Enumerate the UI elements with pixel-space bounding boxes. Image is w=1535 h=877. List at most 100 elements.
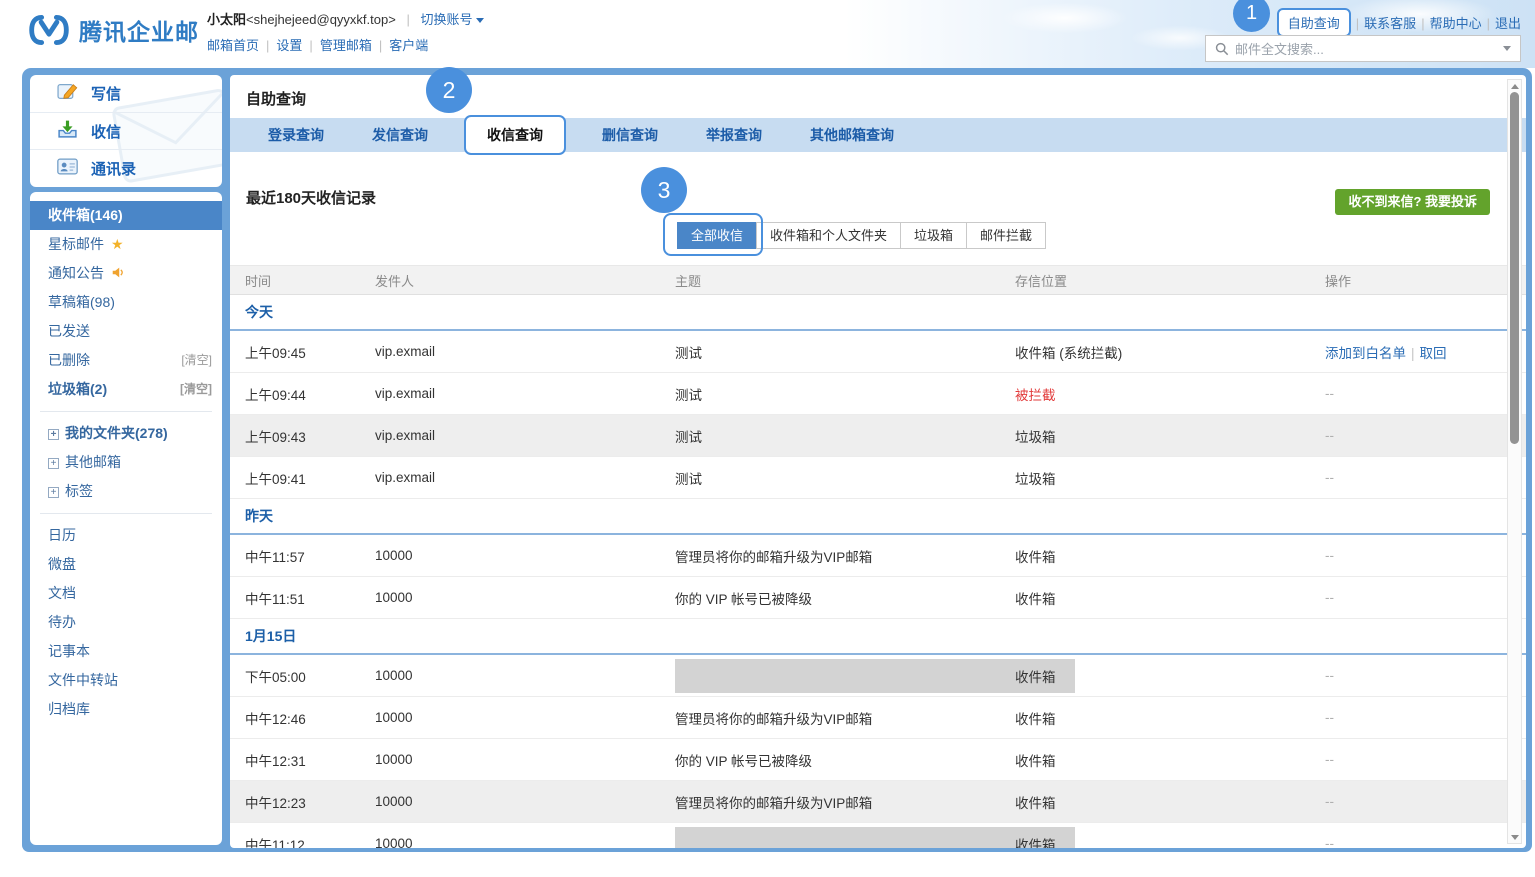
cell-subject: 测试 bbox=[675, 468, 1015, 488]
no-action-label: -- bbox=[1325, 428, 1334, 443]
cell-sender: 10000 bbox=[375, 836, 675, 848]
folder-label: 文档 bbox=[48, 585, 76, 601]
clear-folder-link[interactable]: [清空] bbox=[180, 375, 212, 404]
search-dropdown-icon[interactable] bbox=[1503, 46, 1511, 51]
cell-actions: -- bbox=[1325, 794, 1496, 809]
folder-label: 垃圾箱(2) bbox=[48, 381, 107, 397]
top-link-3[interactable]: 帮助中心 bbox=[1430, 16, 1482, 31]
cell-location: 收件箱 bbox=[1015, 588, 1325, 608]
expand-toggle-icon[interactable]: + bbox=[48, 458, 59, 469]
sidebar-item-6[interactable]: 已删除[清空] bbox=[30, 346, 222, 375]
mail-record-table: 时间发件人主题存信位置操作今天上午09:45vip.exmail测试收件箱 (系… bbox=[230, 265, 1526, 848]
action-link[interactable]: 取回 bbox=[1420, 346, 1447, 361]
tab-1[interactable]: 登录查询 bbox=[244, 125, 348, 145]
filter-button-4[interactable]: 邮件拦截 bbox=[966, 222, 1046, 249]
search-input[interactable]: 邮件全文搜索... bbox=[1235, 39, 1324, 58]
sidebar-item-9[interactable]: +我的文件夹(278) bbox=[30, 419, 222, 448]
sidebar-item-14[interactable]: 微盘 bbox=[30, 550, 222, 579]
cell-subject: 你的 VIP 帐号已被降级 bbox=[675, 588, 1015, 608]
filter-group: 全部收信收件箱和个人文件夹垃圾箱邮件拦截 bbox=[678, 222, 1046, 249]
cell-time: 中午11:51 bbox=[245, 588, 375, 608]
folder-label: 待办 bbox=[48, 614, 76, 630]
sidebar-item-17[interactable]: 记事本 bbox=[30, 637, 222, 666]
tab-3[interactable]: 收信查询 bbox=[464, 115, 566, 155]
compose-item-1[interactable]: 写信 bbox=[30, 75, 222, 112]
no-action-label: -- bbox=[1325, 548, 1334, 563]
sidebar-item-16[interactable]: 待办 bbox=[30, 608, 222, 637]
scrollbar-thumb[interactable] bbox=[1510, 92, 1519, 444]
compose-item-3[interactable]: 通讯录 bbox=[30, 149, 222, 186]
top-link-4[interactable]: 退出 bbox=[1495, 16, 1521, 31]
sidebar-item-15[interactable]: 文档 bbox=[30, 579, 222, 608]
tab-5[interactable]: 举报查询 bbox=[682, 125, 786, 145]
filter-button-3[interactable]: 垃圾箱 bbox=[900, 222, 967, 249]
date-group-header: 1月15日 bbox=[230, 619, 1526, 655]
complaint-button[interactable]: 收不到来信? 我要投诉 bbox=[1335, 189, 1490, 215]
nav-link-3[interactable]: 管理邮箱 bbox=[320, 38, 372, 53]
filter-button-1[interactable]: 全部收信 bbox=[677, 222, 757, 249]
nav-link-1[interactable]: 邮箱首页 bbox=[207, 38, 259, 53]
expand-toggle-icon[interactable]: + bbox=[48, 487, 59, 498]
no-action-label: -- bbox=[1325, 386, 1334, 401]
no-action-label: -- bbox=[1325, 710, 1334, 725]
scroll-up-arrow[interactable] bbox=[1508, 80, 1521, 92]
compose-item-label: 通讯录 bbox=[91, 158, 136, 179]
sidebar-item-4[interactable]: 草稿箱(98) bbox=[30, 288, 222, 317]
tab-4[interactable]: 删信查询 bbox=[578, 125, 682, 145]
search-box[interactable]: 邮件全文搜索... bbox=[1205, 35, 1521, 62]
no-action-label: -- bbox=[1325, 836, 1334, 848]
tab-2[interactable]: 发信查询 bbox=[348, 125, 452, 145]
sidebar-item-5[interactable]: 已发送 bbox=[30, 317, 222, 346]
cell-location: 被拦截 bbox=[1015, 384, 1325, 404]
divider bbox=[40, 513, 212, 514]
sidebar-item-1[interactable]: 收件箱(146) bbox=[30, 201, 222, 230]
no-action-label: -- bbox=[1325, 470, 1334, 485]
table-row: 中午11:1210000收件箱-- bbox=[230, 823, 1526, 848]
clear-folder-link[interactable]: [清空] bbox=[181, 346, 212, 375]
scrollbar[interactable] bbox=[1507, 79, 1522, 844]
top-links: 自助查询|联系客服|帮助中心|退出 bbox=[1277, 8, 1521, 37]
separator: | bbox=[1487, 16, 1490, 31]
cell-subject: 测试 bbox=[675, 342, 1015, 362]
cell-sender: 10000 bbox=[375, 548, 675, 563]
cell-subject: 测试 bbox=[675, 384, 1015, 404]
scroll-down-arrow[interactable] bbox=[1508, 831, 1521, 843]
sidebar-item-7[interactable]: 垃圾箱(2) [清空] bbox=[30, 375, 222, 404]
sidebar-item-19[interactable]: 归档库 bbox=[30, 695, 222, 724]
cell-time: 上午09:45 bbox=[245, 342, 375, 362]
main-frame: 写信收信通讯录 收件箱(146)星标邮件★通知公告草稿箱(98)已发送已删除[清… bbox=[22, 68, 1532, 852]
table-header-row: 时间发件人主题存信位置操作 bbox=[230, 265, 1526, 295]
cell-time: 中午11:57 bbox=[245, 546, 375, 566]
sidebar-item-18[interactable]: 文件中转站 bbox=[30, 666, 222, 695]
compose-item-2[interactable]: 收信 bbox=[30, 112, 222, 149]
contacts-icon bbox=[57, 156, 78, 181]
cell-subject bbox=[675, 827, 1015, 849]
action-link[interactable]: 添加到白名单 bbox=[1325, 346, 1406, 361]
content-panel: 自助查询 登录查询发信查询收信查询删信查询举报查询其他邮箱查询 最近180天收信… bbox=[230, 75, 1526, 848]
separator: | bbox=[1421, 16, 1424, 31]
chevron-down-icon bbox=[476, 18, 484, 23]
column-header-3: 主题 bbox=[675, 271, 1015, 290]
top-header: 腾讯企业邮 小太阳<shejhejeed@qyyxkf.top> | 切换账号 … bbox=[0, 0, 1535, 68]
no-action-label: -- bbox=[1325, 794, 1334, 809]
sidebar-item-2[interactable]: 星标邮件★ bbox=[30, 230, 222, 259]
sidebar-item-3[interactable]: 通知公告 bbox=[30, 259, 222, 288]
expand-toggle-icon[interactable]: + bbox=[48, 429, 59, 440]
filter-button-2[interactable]: 收件箱和个人文件夹 bbox=[756, 222, 901, 249]
cell-time: 上午09:43 bbox=[245, 426, 375, 446]
sidebar-item-13[interactable]: 日历 bbox=[30, 521, 222, 550]
tab-6[interactable]: 其他邮箱查询 bbox=[786, 125, 918, 145]
cell-actions: -- bbox=[1325, 428, 1496, 443]
switch-account-link[interactable]: 切换账号 bbox=[420, 12, 472, 27]
sidebar-item-10[interactable]: +其他邮箱 bbox=[30, 448, 222, 477]
table-row: 上午09:44vip.exmail测试被拦截-- bbox=[230, 373, 1526, 415]
top-link-2[interactable]: 联系客服 bbox=[1364, 16, 1416, 31]
top-link-1[interactable]: 自助查询 bbox=[1277, 8, 1351, 37]
table-row: 中午11:5710000管理员将你的邮箱升级为VIP邮箱收件箱-- bbox=[230, 535, 1526, 577]
sidebar-item-11[interactable]: +标签 bbox=[30, 477, 222, 506]
query-tabs: 登录查询发信查询收信查询删信查询举报查询其他邮箱查询 bbox=[230, 118, 1526, 152]
cell-sender: 10000 bbox=[375, 668, 675, 683]
separator: | bbox=[1411, 346, 1415, 361]
nav-link-2[interactable]: 设置 bbox=[276, 38, 302, 53]
nav-link-4[interactable]: 客户端 bbox=[389, 38, 428, 53]
